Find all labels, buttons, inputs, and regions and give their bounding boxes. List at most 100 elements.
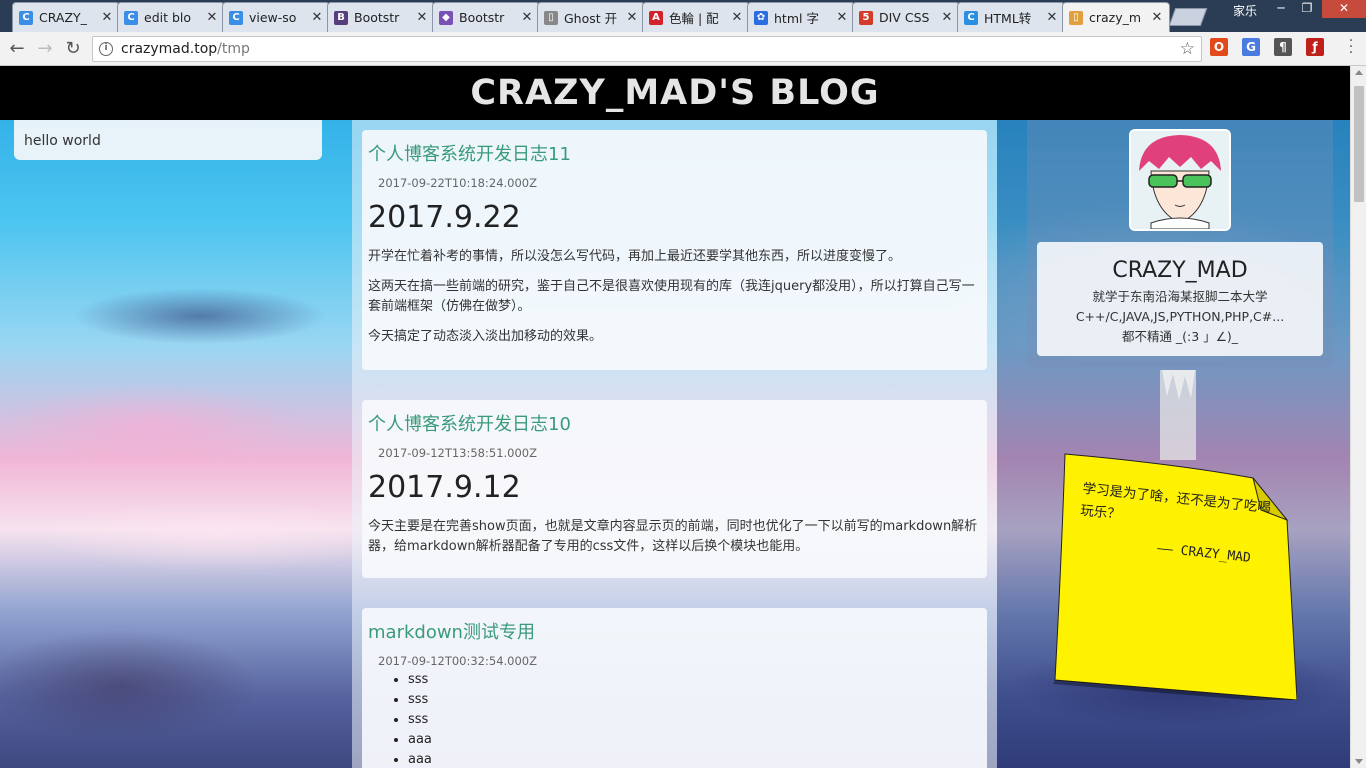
crazy-c-icon: C xyxy=(19,10,33,25)
tab-title: Ghost 开 xyxy=(564,11,618,26)
post-heading: 2017.9.12 xyxy=(368,470,521,505)
tab-strip: C CRAZY_ ✕ Cedit blo ✕ Cview-so ✕ B Bootstr ✕ ◆ Boo… xyxy=(0,0,1366,32)
tab-title: 色輪 | 配 xyxy=(669,11,719,26)
left-column: hello world xyxy=(0,120,352,768)
tab-title: Bootstr xyxy=(459,10,505,25)
profile-line: C++/C,JAVA,JS,PYTHON,PHP,C#... xyxy=(1075,309,1285,324)
crazy-c-icon: C xyxy=(124,10,138,25)
browser-tab[interactable]: ▯ crazy_m ✕ xyxy=(1062,2,1170,32)
tab-title: CRAZY_ xyxy=(39,10,87,25)
info-icon[interactable]: i xyxy=(99,42,113,56)
left-widget-card: hello world xyxy=(14,120,322,160)
list-item: sss xyxy=(408,670,981,690)
tab-title: edit blo xyxy=(144,10,192,25)
chrome-c-icon: C xyxy=(964,10,978,25)
browser-tab[interactable]: 5 DIV CSS ✕ xyxy=(852,2,960,32)
tab-close-icon[interactable]: ✕ xyxy=(311,10,323,25)
five-icon: 5 xyxy=(859,10,873,25)
profile-card: CRAZY_MAD 就学于东南沿海某抠脚二本大学 C++/C,JAVA,JS,P… xyxy=(1027,120,1333,367)
site-banner: CRAZY_MAD'S BLOG xyxy=(0,66,1350,120)
avatar-anime-character-icon xyxy=(1131,131,1229,229)
browser-tab[interactable]: A 色輪 | 配 ✕ xyxy=(642,2,750,32)
minimize-icon[interactable]: ─ xyxy=(1268,0,1294,18)
baidu-paw-icon: ✿ xyxy=(754,10,768,25)
post-title-link[interactable]: 个人博客系统开发日志10 xyxy=(368,410,981,436)
tab-title: Bootstr xyxy=(354,10,400,25)
maximize-icon[interactable]: ❐ xyxy=(1294,0,1320,18)
tab-title: view-so xyxy=(249,10,297,25)
tab-close-icon[interactable]: ✕ xyxy=(206,10,218,25)
post-card: 个人博客系统开发日志11 2017-09-22T10:18:24.000Z 20… xyxy=(362,130,987,370)
post-list: 个人博客系统开发日志11 2017-09-22T10:18:24.000Z 20… xyxy=(352,120,997,768)
post-paragraph: 开学在忙着补考的事情，所以没怎么写代码，再加上最近还要学其他东西，所以进度变慢了… xyxy=(368,249,902,264)
tab-title: DIV CSS xyxy=(879,10,930,25)
translate-icon[interactable]: G xyxy=(1242,38,1260,56)
flash-icon[interactable]: ƒ xyxy=(1306,38,1324,56)
sticky-note: 学习是为了啥，还不是为了吃喝玩乐？ —— CRAZY_MAD xyxy=(1047,370,1297,700)
post-paragraph: 今天搞定了动态淡入淡出加移动的效果。 xyxy=(368,329,603,344)
post-list-items: sss sss sss aaa aaa xyxy=(368,670,981,768)
post-paragraph: 这两天在搞一些前端的研究，鉴于自己不是很喜欢使用现有的库（我连jquery都没用… xyxy=(368,279,975,314)
browser-tab[interactable]: ▯ Ghost 开 ✕ xyxy=(537,2,645,32)
right-column: CRAZY_MAD 就学于东南沿海某抠脚二本大学 C++/C,JAVA,JS,P… xyxy=(997,120,1350,768)
tab-close-icon[interactable]: ✕ xyxy=(1046,10,1058,25)
browser-tab[interactable]: ✿ html 字 ✕ xyxy=(747,2,855,32)
browser-tab[interactable]: C HTML转 ✕ xyxy=(957,2,1065,32)
bootstrap-hex-icon: ◆ xyxy=(439,10,453,25)
crazy-c-icon: C xyxy=(229,10,243,25)
tab-close-icon[interactable]: ✕ xyxy=(1151,10,1163,25)
post-paragraph: 今天主要是在完善show页面，也就是文章内容显示页的前端，同时也优化了一下以前写… xyxy=(368,519,978,554)
browser-tab[interactable]: C CRAZY_ ✕ xyxy=(12,2,120,32)
tab-title: HTML转 xyxy=(984,11,1032,26)
office-icon[interactable]: O xyxy=(1210,38,1228,56)
scroll-down-arrow-icon[interactable] xyxy=(1355,759,1363,764)
close-window-icon[interactable]: ✕ xyxy=(1322,0,1366,18)
browser-tab[interactable]: ◆ Bootstr ✕ xyxy=(432,2,540,32)
chrome-menu-icon[interactable]: · · · xyxy=(1344,34,1358,60)
tab-title: crazy_m xyxy=(1089,10,1142,25)
post-card: markdown测试专用 2017-09-12T00:32:54.000Z ss… xyxy=(362,608,987,768)
post-title-link[interactable]: 个人博客系统开发日志11 xyxy=(368,140,981,166)
scroll-up-arrow-icon[interactable] xyxy=(1355,70,1363,75)
page-viewport: CRAZY_MAD'S BLOG hello world 个人博客系统开发日志1… xyxy=(0,66,1350,768)
profile-info: CRAZY_MAD 就学于东南沿海某抠脚二本大学 C++/C,JAVA,JS,P… xyxy=(1037,242,1323,356)
post-date: 2017-09-12T13:58:51.000Z xyxy=(378,446,537,460)
browser-tab[interactable]: Cedit blo ✕ xyxy=(117,2,225,32)
forward-arrow-icon[interactable]: → xyxy=(34,38,56,60)
address-path: /tmp xyxy=(217,41,250,57)
back-arrow-icon[interactable]: ← xyxy=(6,38,28,60)
browser-tab[interactable]: Cview-so ✕ xyxy=(222,2,330,32)
list-item: sss xyxy=(408,690,981,710)
tab-close-icon[interactable]: ✕ xyxy=(626,10,638,25)
left-widget-text: hello world xyxy=(24,133,101,149)
tab-title: html 字 xyxy=(774,11,819,26)
post-date: 2017-09-12T00:32:54.000Z xyxy=(378,654,537,668)
site-title: CRAZY_MAD'S BLOG xyxy=(470,73,880,113)
bootstrap-icon: B xyxy=(334,10,348,25)
browser-toolbar: ← → ↻ i crazymad.top/tmp ☆ xyxy=(0,32,1366,66)
scrollbar-thumb[interactable] xyxy=(1354,86,1364,202)
tab-close-icon[interactable]: ✕ xyxy=(101,10,113,25)
browser-tab[interactable]: B Bootstr ✕ xyxy=(327,2,435,32)
profile-name: CRAZY_MAD xyxy=(1112,258,1248,283)
reload-icon[interactable]: ↻ xyxy=(62,38,84,60)
page-icon: ▯ xyxy=(1069,10,1083,25)
address-host: crazymad.top xyxy=(121,41,218,57)
tab-close-icon[interactable]: ✕ xyxy=(731,10,743,25)
tab-close-icon[interactable]: ✕ xyxy=(836,10,848,25)
tab-close-icon[interactable]: ✕ xyxy=(521,10,533,25)
avatar[interactable] xyxy=(1129,129,1231,231)
page-icon: ▯ xyxy=(544,10,558,25)
post-card: 个人博客系统开发日志10 2017-09-12T13:58:51.000Z 20… xyxy=(362,400,987,578)
bookmark-star-icon[interactable]: ☆ xyxy=(1180,39,1195,59)
new-tab-button[interactable] xyxy=(1168,8,1208,26)
profile-user-label[interactable]: 家乐 xyxy=(1224,2,1266,18)
tab-close-icon[interactable]: ✕ xyxy=(416,10,428,25)
tab-close-icon[interactable]: ✕ xyxy=(941,10,953,25)
adobe-icon: A xyxy=(649,10,663,25)
paragraph-icon[interactable]: ¶ xyxy=(1274,38,1292,56)
page-scrollbar[interactable] xyxy=(1350,66,1366,768)
list-item: sss xyxy=(408,710,981,730)
post-title-link[interactable]: markdown测试专用 xyxy=(368,618,981,644)
address-bar[interactable]: i crazymad.top/tmp ☆ xyxy=(92,36,1202,62)
